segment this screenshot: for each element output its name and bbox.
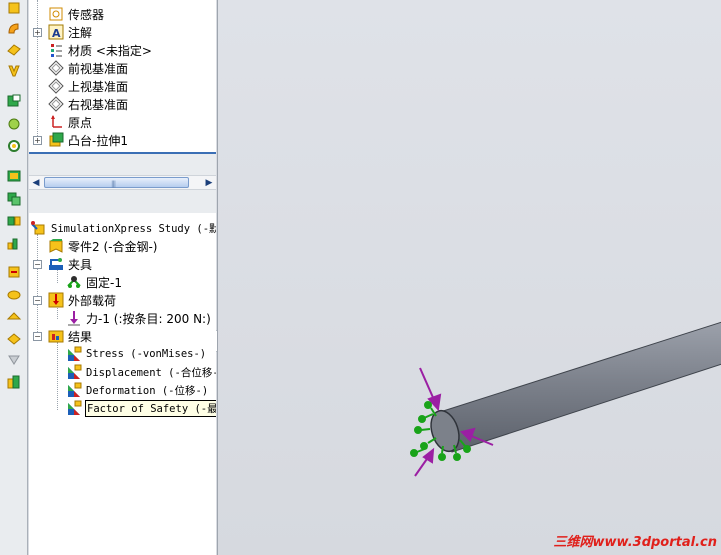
tool-fillet-icon[interactable] xyxy=(4,115,24,133)
tree-item-label: 注解 xyxy=(68,25,93,40)
tree-item-label: SimulationXpress Study (-默认 xyxy=(51,222,216,235)
tree-item-material[interactable]: 材质 <未指定> xyxy=(48,41,152,59)
tree-item-annotations[interactable]: A 注解 xyxy=(48,23,92,41)
displacement-plot-icon xyxy=(66,364,82,380)
tree-item-label: Factor of Safety (-最大 xyxy=(84,399,216,417)
tree-item-results[interactable]: 结果 xyxy=(48,327,92,345)
tool-combine-icon[interactable] xyxy=(4,373,24,391)
graphics-viewport[interactable]: 三维网www.3dportal.cn xyxy=(217,0,721,555)
watermark-site-name: 三维网 xyxy=(553,535,593,550)
tool-shell-icon[interactable] xyxy=(4,167,24,185)
tool-revolve-icon[interactable] xyxy=(4,20,24,38)
tree-item-label: 零件2 (-合金钢-) xyxy=(68,239,158,254)
plane-icon xyxy=(48,78,64,94)
plane-icon xyxy=(48,96,64,112)
tree-item-part[interactable]: 零件2 (-合金钢-) xyxy=(48,237,157,255)
tool-disabled-icon xyxy=(4,351,24,369)
tree-item-label: 右视基准面 xyxy=(68,97,129,112)
tree-item-displacement[interactable]: Displacement (-合位移-) xyxy=(66,363,216,381)
tree-item-label: Displacement (-合位移-) xyxy=(86,366,216,379)
tree-item-label: 前视基准面 xyxy=(68,61,129,76)
scroll-left-icon[interactable]: ◀ xyxy=(29,176,43,189)
external-load-icon xyxy=(48,292,64,308)
tool-sweep-icon[interactable] xyxy=(4,40,24,58)
expand-annotations-button[interactable]: + xyxy=(33,28,42,37)
tree-item-label: 力-1 (:按条目: 200 N:) xyxy=(86,311,211,326)
tree-item-study[interactable]: SimulationXpress Study (-默认 xyxy=(31,219,216,237)
origin-icon xyxy=(48,114,64,130)
tree-item-label: 结果 xyxy=(68,329,93,344)
plane-icon xyxy=(48,60,64,76)
tree-item-label: 凸台-拉伸1 xyxy=(68,133,128,148)
tool-cut-icon[interactable] xyxy=(4,92,24,110)
tree-item-label: 外部载荷 xyxy=(68,293,117,308)
tool-pattern-icon[interactable] xyxy=(4,190,24,208)
tree-item-label: 上视基准面 xyxy=(68,79,129,94)
tree-item-label: 固定-1 xyxy=(86,275,122,290)
tree-item-stress[interactable]: Stress (-vonMises-) xyxy=(66,345,206,363)
tool-loft-icon[interactable] xyxy=(4,62,24,80)
part-icon xyxy=(48,238,64,254)
tree-item-boss-extrude[interactable]: 凸台-拉伸1 xyxy=(48,131,128,149)
scrollbar-thumb[interactable]: ||| xyxy=(44,177,189,188)
tree-item-right-plane[interactable]: 右视基准面 xyxy=(48,95,128,113)
tree-item-fixtures[interactable]: 夹具 xyxy=(48,255,92,273)
watermark-url: www.3dportal.cn xyxy=(592,535,717,550)
stress-plot-icon xyxy=(66,346,82,362)
tree-item-front-plane[interactable]: 前视基准面 xyxy=(48,59,128,77)
tree-item-factor-of-safety[interactable]: Factor of Safety (-最大 xyxy=(66,399,216,417)
model-scene xyxy=(410,321,721,477)
tool-extrude-icon[interactable] xyxy=(4,0,24,18)
material-icon xyxy=(48,42,64,58)
collapse-fixtures-button[interactable]: − xyxy=(33,260,42,269)
annotation-icon: A xyxy=(48,24,64,40)
horizontal-scrollbar[interactable]: ◀ ||| ▶ xyxy=(29,175,216,190)
tree-item-label: Deformation (-位移-) xyxy=(86,384,209,397)
tool-wrap-icon[interactable] xyxy=(4,307,24,325)
fixed-geometry-icon xyxy=(66,274,82,290)
force-icon xyxy=(66,310,82,326)
tool-chamfer-icon[interactable] xyxy=(4,137,24,155)
tree-item-fixed-1[interactable]: 固定-1 xyxy=(66,273,122,291)
tree-item-external-loads[interactable]: 外部载荷 xyxy=(48,291,116,309)
tool-intersect-icon[interactable] xyxy=(4,329,24,347)
scroll-right-icon[interactable]: ▶ xyxy=(202,176,216,189)
sensor-icon xyxy=(48,6,64,22)
tool-mirror-icon[interactable] xyxy=(4,212,24,230)
watermark: 三维网www.3dportal.cn xyxy=(554,531,718,550)
collapse-loads-button[interactable]: − xyxy=(33,296,42,305)
tree-item-top-plane[interactable]: 上视基准面 xyxy=(48,77,128,95)
tool-draft-icon[interactable] xyxy=(4,263,24,281)
grip-icon: ||| xyxy=(111,180,116,188)
collapse-results-button[interactable]: − xyxy=(33,332,42,341)
command-toolbar xyxy=(0,0,28,555)
feature-manager-tree: 传感器 + A 注解 材质 <未指定> 前视基准面 上视基准面 右视基准面 原点… xyxy=(29,0,216,152)
tree-item-sensors[interactable]: 传感器 xyxy=(48,5,104,23)
svg-text:A: A xyxy=(52,27,61,40)
tree-item-label: 夹具 xyxy=(68,257,93,272)
fixture-icon xyxy=(48,256,64,272)
results-folder-icon xyxy=(48,328,64,344)
tree-item-label: Stress (-vonMises-) xyxy=(86,348,207,360)
tree-item-force-1[interactable]: 力-1 (:按条目: 200 N:) xyxy=(66,309,211,327)
tree-item-label: 原点 xyxy=(68,115,93,130)
simulation-study-tree: SimulationXpress Study (-默认 零件2 (-合金钢-) … xyxy=(29,213,216,555)
splitter-line xyxy=(29,152,216,154)
deformation-plot-icon xyxy=(66,382,82,398)
tree-item-deformation[interactable]: Deformation (-位移-) xyxy=(66,381,208,399)
tool-dome-icon[interactable] xyxy=(4,285,24,303)
tree-item-origin[interactable]: 原点 xyxy=(48,113,92,131)
expand-extrude-button[interactable]: + xyxy=(33,136,42,145)
simulation-study-icon xyxy=(31,220,47,236)
factor-of-safety-icon xyxy=(66,400,82,416)
tool-rib-icon[interactable] xyxy=(4,234,24,252)
extrude-icon xyxy=(48,132,64,148)
tree-item-label: 传感器 xyxy=(68,7,105,22)
tree-item-label: 材质 <未指定> xyxy=(68,43,152,58)
